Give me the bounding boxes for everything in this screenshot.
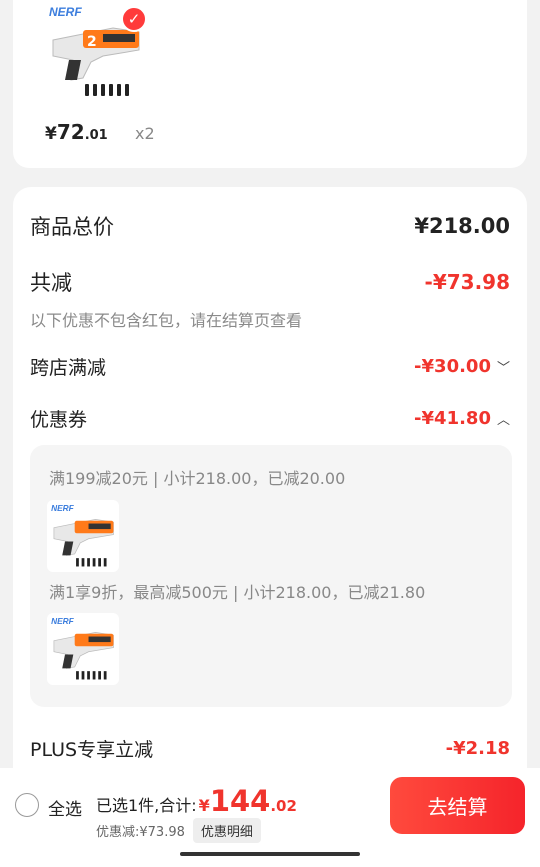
discount-line: 优惠减:¥73.98 优惠明细 <box>96 818 261 843</box>
selected-total-label: 已选1件,合计: <box>96 796 197 815</box>
total-integer: 144 <box>209 784 271 818</box>
total-reduction-label: 共减 <box>30 271 72 295</box>
svg-text:NERF: NERF <box>51 616 75 626</box>
product-quantity: x2 <box>135 124 155 143</box>
select-all-radio[interactable] <box>15 793 39 817</box>
coupon-product-image-1: NERF <box>47 500 119 572</box>
chevron-up-icon[interactable]: ︿ <box>497 409 510 428</box>
discount-detail-button[interactable]: 优惠明细 <box>192 818 261 843</box>
cross-store-row[interactable]: 跨店满减 -¥30.00 ﹀ <box>30 353 510 380</box>
total-decimal: .02 <box>270 797 297 815</box>
coupon-label: 优惠券 <box>30 409 88 431</box>
cross-store-label: 跨店满减 <box>30 357 107 379</box>
home-indicator <box>180 852 360 856</box>
total-reduction-row: 共减 -¥73.98 <box>30 267 510 297</box>
goods-total-row: 商品总价 ¥218.00 <box>30 211 510 241</box>
checkout-button[interactable]: 去结算 <box>390 777 525 834</box>
total-reduction-value: -¥73.98 <box>424 270 510 294</box>
coupon-detail-1: 满199减20元 | 小计218.00，已减20.00 <box>49 469 346 488</box>
plus-discount-row: PLUS专享立减 -¥2.18 <box>30 735 510 762</box>
goods-total-value: ¥218.00 <box>414 214 510 238</box>
coupon-row[interactable]: 优惠券 -¥41.80 ︿ <box>30 405 510 432</box>
price-symbol: ¥ <box>45 124 57 144</box>
price-summary-card: 商品总价 ¥218.00 共减 -¥73.98 以下优惠不包含红包，请在结算页查… <box>13 187 527 787</box>
cross-store-value: -¥30.00 <box>414 356 491 377</box>
price-integer: 72 <box>56 120 85 144</box>
plus-label: PLUS专享立减 <box>30 739 154 761</box>
cart-product-card: NERF 2 ✓ ¥ 72 .01 x2 <box>13 0 527 168</box>
price-decimal: .01 <box>84 128 108 143</box>
selected-check-icon[interactable]: ✓ <box>121 6 147 32</box>
reduction-note: 以下优惠不包含红包，请在结算页查看 <box>30 311 303 330</box>
total-line: 已选1件,合计: ¥ 144 .02 <box>96 784 297 818</box>
coupon-product-image-2: NERF <box>47 613 119 685</box>
brand-logo: NERF <box>49 5 82 19</box>
product-price: ¥ 72 .01 <box>45 120 108 144</box>
cross-store-value-group: -¥30.00 ﹀ <box>414 356 510 377</box>
coupon-detail-box: 满199减20元 | 小计218.00，已减20.00 NERF 满1享9折，最… <box>30 445 512 707</box>
coupon-value: -¥41.80 <box>414 408 491 429</box>
select-all-label[interactable]: 全选 <box>48 795 82 820</box>
goods-total-label: 商品总价 <box>30 215 114 239</box>
plus-value: -¥2.18 <box>445 738 510 759</box>
total-symbol: ¥ <box>198 796 210 815</box>
coupon-value-group: -¥41.80 ︿ <box>414 408 510 429</box>
svg-text:2: 2 <box>87 34 97 50</box>
svg-text:NERF: NERF <box>51 503 75 513</box>
coupon-detail-2: 满1享9折，最高减500元 | 小计218.00，已减21.80 <box>49 583 426 602</box>
chevron-down-icon[interactable]: ﹀ <box>497 357 510 376</box>
discount-amount: 优惠减:¥73.98 <box>96 825 185 840</box>
